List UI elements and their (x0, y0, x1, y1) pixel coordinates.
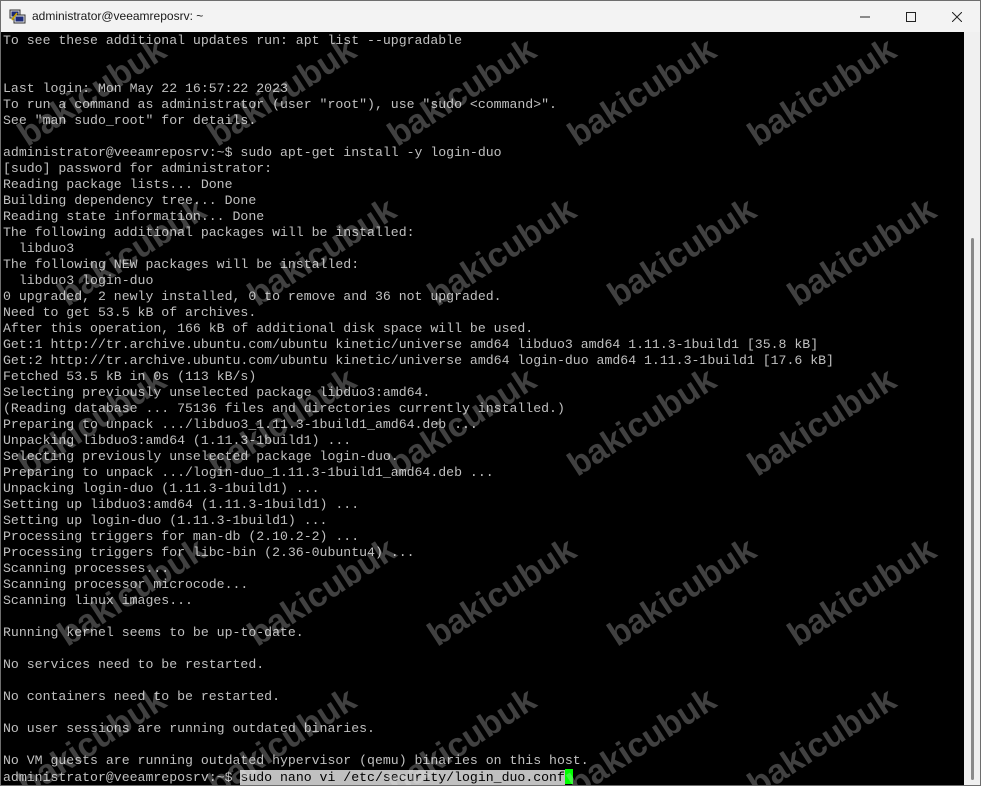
terminal-line: Scanning processes... (3, 561, 170, 576)
terminal-line: No services need to be restarted. (3, 657, 265, 672)
terminal-line: Last login: Mon May 22 16:57:22 2023 (3, 81, 288, 96)
terminal-line: Get:1 http://tr.archive.ubuntu.com/ubunt… (3, 337, 819, 352)
text-cursor (564, 769, 573, 784)
maximize-icon (906, 11, 916, 22)
terminal-line: No VM guests are running outdated hyperv… (3, 753, 589, 768)
prompt-line[interactable]: administrator@veeamreposrv:~$ sudo nano … (3, 769, 834, 785)
terminal-line: Need to get 53.5 kB of archives. (3, 305, 257, 320)
close-icon (952, 11, 962, 22)
current-command[interactable]: sudo nano vi /etc/security/login_duo.con… (240, 770, 565, 785)
terminal-line: Fetched 53.5 kB in 0s (113 kB/s) (3, 369, 257, 384)
vertical-scrollbar[interactable] (964, 32, 980, 785)
terminal-line: libduo3 login-duo (3, 273, 154, 288)
terminal-line: Reading package lists... Done (3, 177, 233, 192)
terminal-line: The following NEW packages will be insta… (3, 257, 360, 272)
terminal-line: libduo3 (3, 241, 75, 256)
terminal-line: After this operation, 166 kB of addition… (3, 321, 534, 336)
terminal-output[interactable]: To see these additional updates run: apt… (1, 32, 964, 785)
terminal-lines: To see these additional updates run: apt… (3, 33, 834, 785)
terminal-line: Selecting previously unselected package … (3, 385, 431, 400)
scrollbar-thumb[interactable] (971, 238, 974, 780)
terminal-line: No user sessions are running outdated bi… (3, 721, 375, 736)
terminal-line: 0 upgraded, 2 newly installed, 0 to remo… (3, 289, 502, 304)
window-title: administrator@veeamreposrv: ~ (32, 9, 204, 23)
terminal-line: Preparing to unpack .../libduo3_1.11.3-1… (3, 417, 478, 432)
terminal-line: [sudo] password for administrator: (3, 161, 273, 176)
terminal-line: Unpacking libduo3:amd64 (1.11.3-1build1)… (3, 433, 352, 448)
putty-icon[interactable] (9, 8, 26, 25)
terminal-line: Selecting previously unselected package … (3, 449, 399, 464)
terminal-line: Setting up login-duo (1.11.3-1build1) ..… (3, 513, 328, 528)
minimize-button[interactable] (842, 1, 888, 32)
title-bar[interactable]: administrator@veeamreposrv: ~ (1, 1, 980, 32)
minimize-icon (860, 16, 870, 17)
terminal-line: Get:2 http://tr.archive.ubuntu.com/ubunt… (3, 353, 834, 368)
terminal-line: Processing triggers for man-db (2.10.2-2… (3, 529, 360, 544)
terminal-line: Preparing to unpack .../login-duo_1.11.3… (3, 465, 494, 480)
terminal-line: To see these additional updates run: apt… (3, 33, 462, 48)
terminal-line: Setting up libduo3:amd64 (1.11.3-1build1… (3, 497, 360, 512)
terminal-line: Scanning linux images... (3, 593, 193, 608)
shell-prompt: administrator@veeamreposrv:~$ (3, 770, 241, 785)
terminal-line: No containers need to be restarted. (3, 689, 280, 704)
terminal-line: Building dependency tree... Done (3, 193, 257, 208)
terminal-line: To run a command as administrator (user … (3, 97, 557, 112)
maximize-button[interactable] (888, 1, 934, 32)
terminal-window: administrator@veeamreposrv: ~ To see the… (0, 0, 981, 786)
terminal-line: Running kernel seems to be up-to-date. (3, 625, 304, 640)
terminal-line: Processing triggers for libc-bin (2.36-0… (3, 545, 415, 560)
terminal-line: Unpacking login-duo (1.11.3-1build1) ... (3, 481, 320, 496)
terminal-line: Scanning processor microcode... (3, 577, 249, 592)
terminal-line: Reading state information... Done (3, 209, 265, 224)
terminal-line: (Reading database ... 75136 files and di… (3, 401, 565, 416)
terminal-line: See "man sudo_root" for details. (3, 113, 257, 128)
terminal-line: The following additional packages will b… (3, 225, 415, 240)
terminal-line: administrator@veeamreposrv:~$ sudo apt-g… (3, 145, 502, 160)
close-button[interactable] (934, 1, 980, 32)
